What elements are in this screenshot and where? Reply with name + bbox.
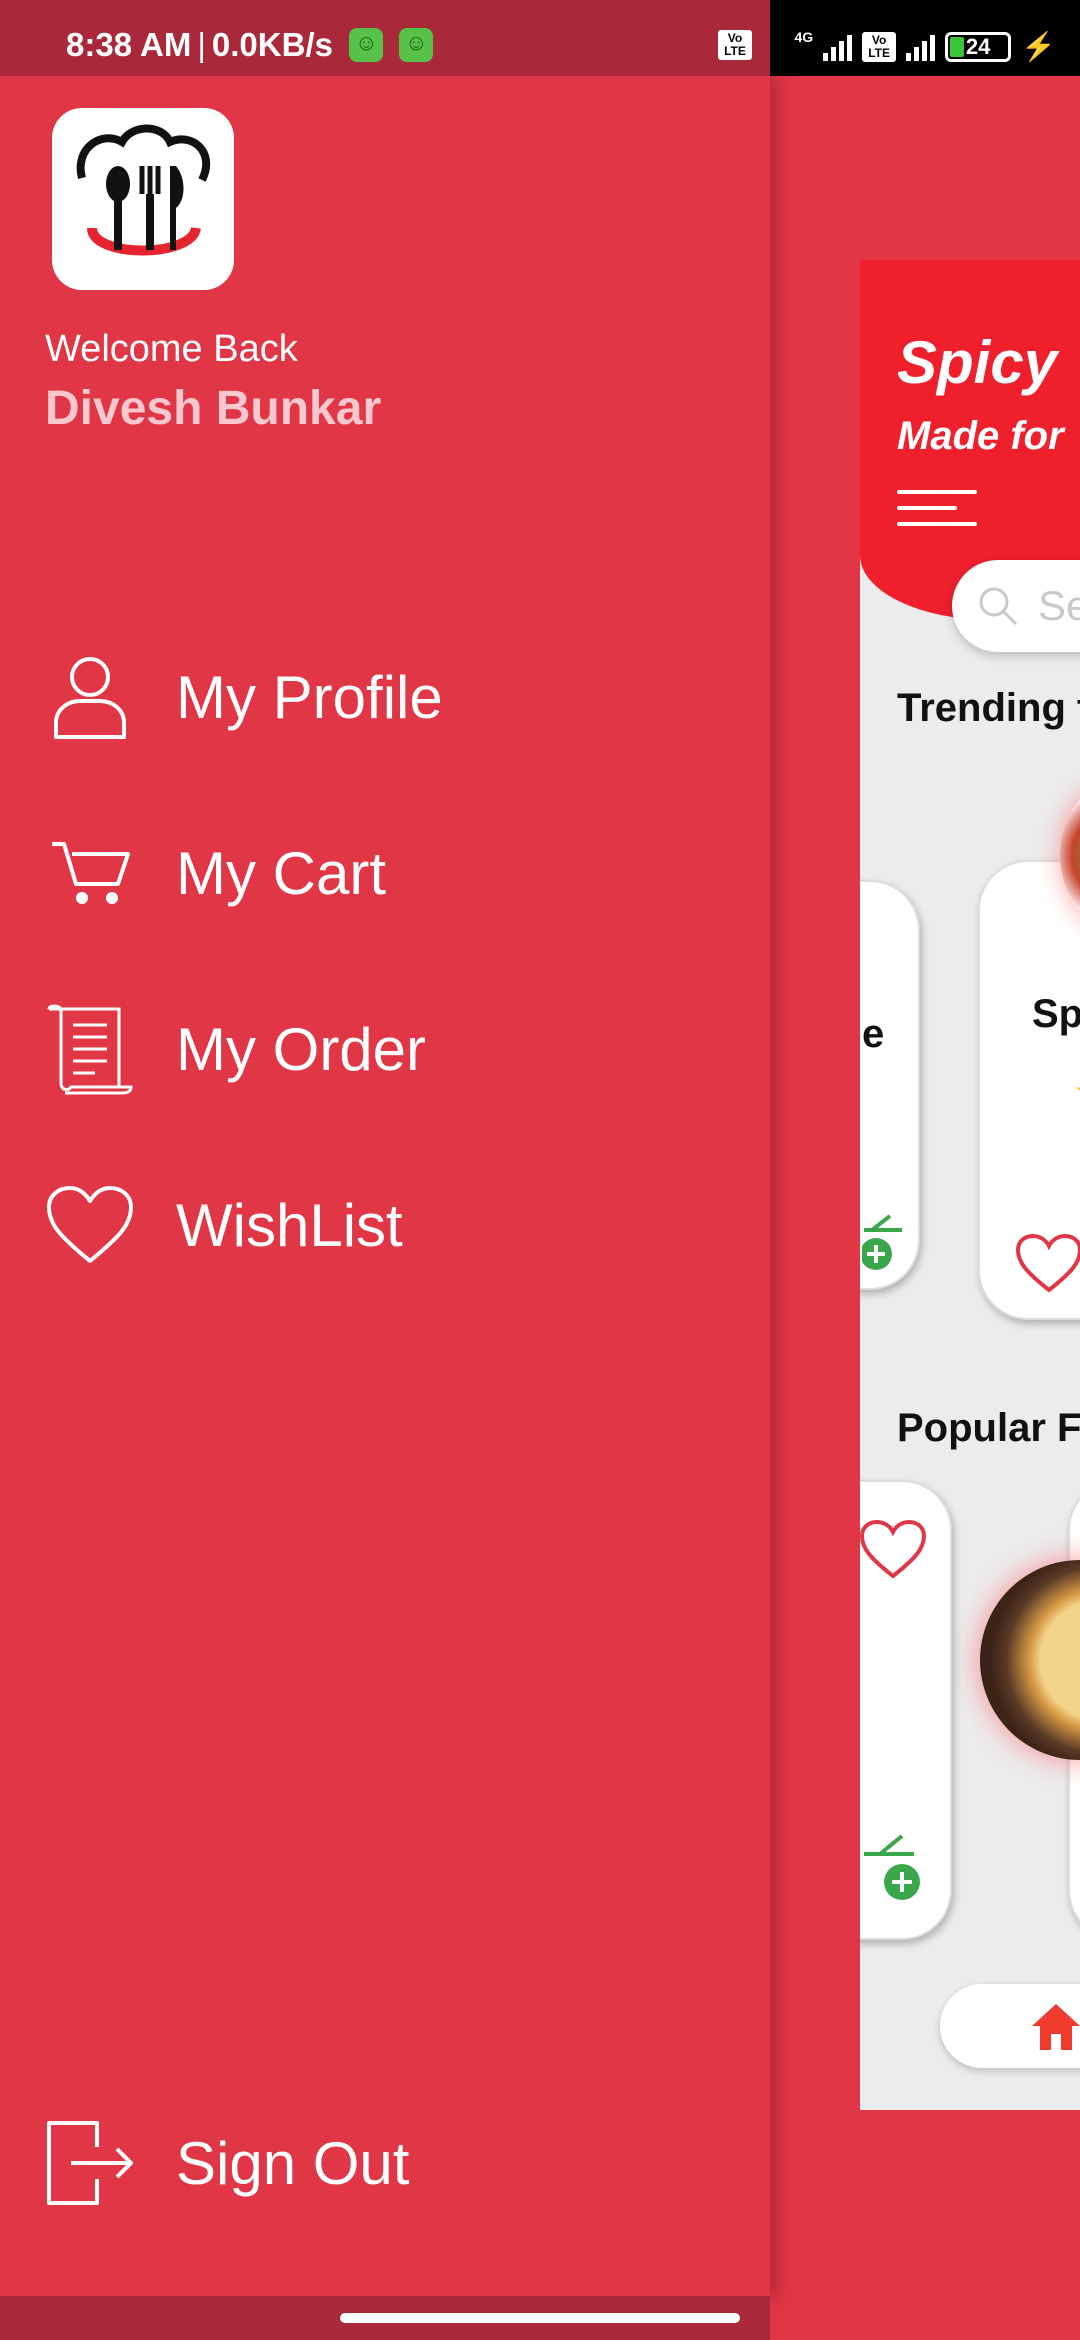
sign-out-icon — [44, 2117, 136, 2209]
status-left: 8:38 AM | 0.0KB/s — [66, 26, 433, 64]
notification-app-icon — [398, 28, 433, 62]
menu-item-my-profile[interactable]: My Profile — [44, 642, 724, 752]
food-card[interactable] — [860, 1480, 952, 1940]
sign-out-button[interactable]: Sign Out — [44, 2108, 724, 2218]
chef-logo-icon — [76, 124, 211, 256]
signal-icon — [906, 33, 936, 61]
signal-icon — [823, 33, 853, 61]
menu-item-my-order[interactable]: My Order — [44, 994, 724, 1104]
section-title-popular: Popular Fo — [897, 1406, 1080, 1450]
food-card-name: e — [862, 1012, 885, 1056]
food-card[interactable]: e — [860, 880, 920, 1290]
food-card[interactable]: Spi ★ — [978, 860, 1080, 1320]
gesture-handle[interactable] — [340, 2313, 740, 2323]
bottom-nav — [940, 1984, 1080, 2068]
status-speed: 0.0KB/s — [211, 26, 333, 63]
volte-icon: Vo LTE — [862, 31, 897, 62]
navigation-drawer: Welcome Back Divesh Bunkar My Profile My… — [0, 76, 770, 2296]
add-to-cart-icon[interactable] — [862, 1212, 912, 1272]
heart-icon[interactable] — [1014, 1232, 1080, 1294]
receipt-icon — [44, 1003, 136, 1095]
food-card-name: Spi — [1032, 992, 1080, 1036]
app-title: Spicy — [897, 329, 1058, 396]
menu-item-label: My Cart — [176, 839, 386, 907]
battery-icon: 24 — [945, 31, 1012, 62]
menu-item-label: My Profile — [176, 663, 443, 731]
menu-item-my-cart[interactable]: My Cart — [44, 818, 724, 928]
menu-icon[interactable] — [897, 490, 977, 538]
app-logo — [52, 108, 234, 290]
status-bar: 8:38 AM | 0.0KB/s VoLTE 4G VoLTE 24 ⚡ — [0, 0, 1080, 76]
cart-icon — [44, 827, 136, 919]
status-right-area: 4G Vo LTE 24 ⚡ — [770, 0, 1080, 76]
network-type-label: 4G — [794, 28, 814, 45]
add-to-cart-icon[interactable] — [862, 1832, 932, 1902]
status-separator: | — [197, 26, 206, 63]
battery-level: 24 — [965, 33, 991, 59]
volte-icon: Vo LTE — [718, 30, 752, 60]
notification-app-icon — [348, 28, 383, 62]
home-icon[interactable] — [1028, 2000, 1080, 2052]
search-icon — [979, 587, 1018, 626]
charging-icon: ⚡ — [1021, 31, 1056, 62]
heart-icon — [44, 1179, 136, 1271]
heart-icon[interactable] — [860, 1518, 928, 1580]
menu-item-wishlist[interactable]: WishList — [44, 1170, 724, 1280]
user-icon — [44, 651, 136, 743]
status-time: 8:38 AM — [66, 26, 192, 63]
app-subtitle: Made for — [897, 414, 1064, 458]
search-input[interactable]: Se — [952, 560, 1080, 652]
welcome-text: Welcome Back — [45, 328, 298, 370]
sign-out-label: Sign Out — [176, 2129, 410, 2197]
menu-item-label: My Order — [176, 1015, 427, 1083]
menu-item-label: WishList — [176, 1191, 403, 1259]
search-placeholder: Se — [1038, 582, 1080, 629]
section-title-trending: Trending t — [897, 686, 1080, 730]
user-name: Divesh Bunkar — [45, 382, 382, 435]
food-image — [980, 1560, 1080, 1760]
background-app-screen[interactable]: Spicy Made for Se Trending t e Spi ★ Pop… — [860, 260, 1080, 2110]
star-icon: ★ — [1074, 1074, 1080, 1107]
